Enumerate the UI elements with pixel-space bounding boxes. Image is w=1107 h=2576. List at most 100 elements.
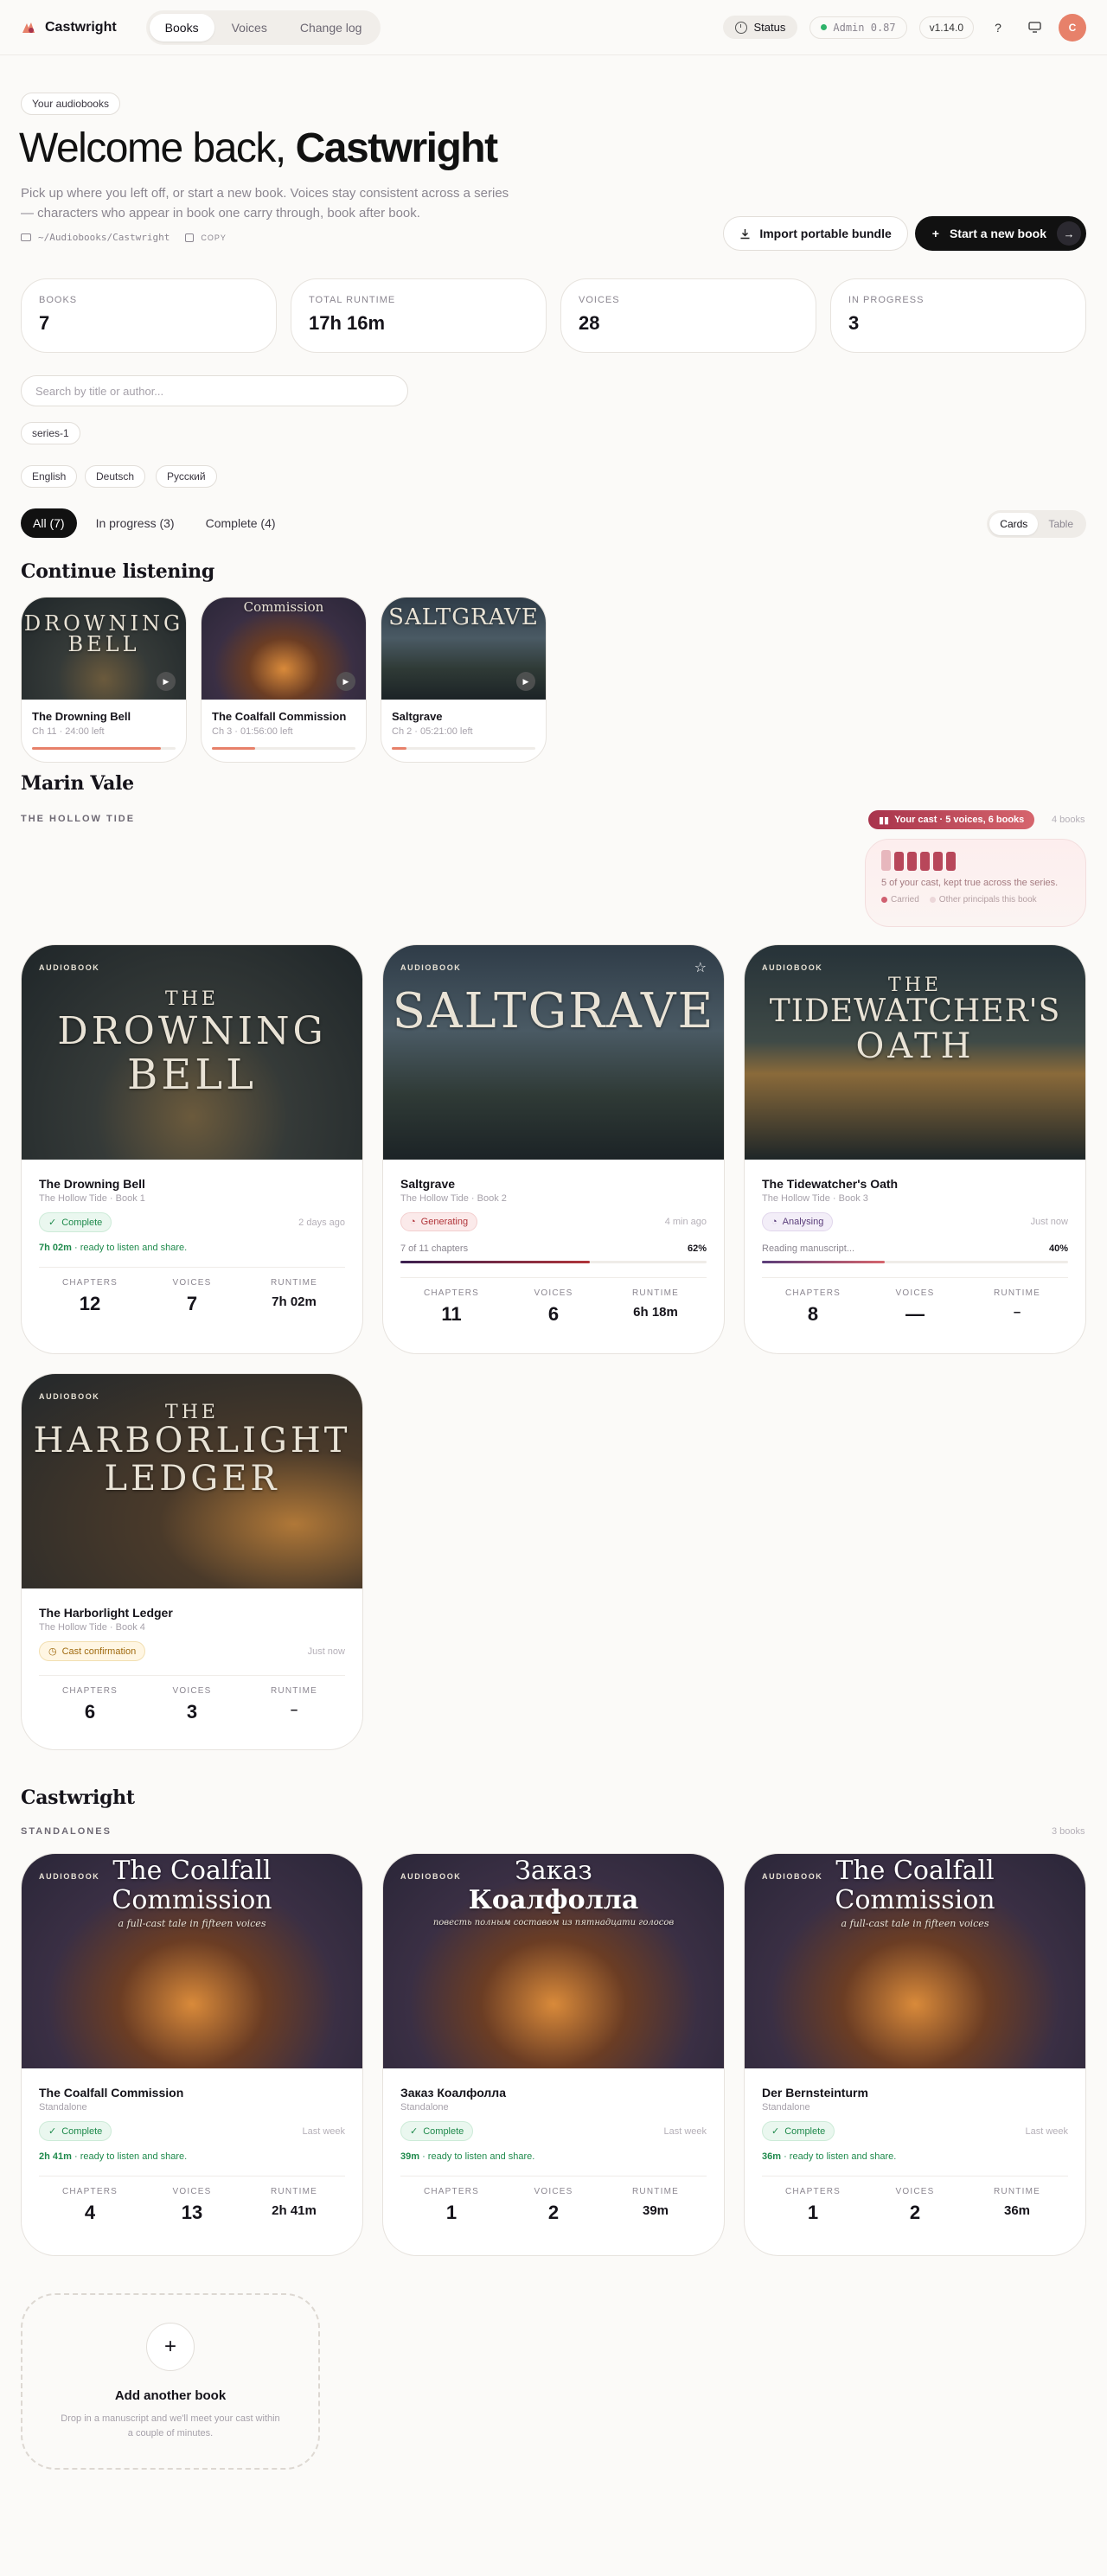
book-stats: CHAPTERS 6 VOICES 3 RUNTIME – — [39, 1675, 345, 1723]
cover-image: AUDIOBOOK THE DROWNING BELL — [22, 945, 362, 1160]
search-input[interactable]: Search by title or author... — [21, 375, 408, 406]
nav-books[interactable]: Books — [149, 13, 214, 42]
monitor-icon[interactable] — [1022, 16, 1046, 40]
standalone-eyebrow: STANDALONES — [21, 1826, 112, 1837]
view-toggle: Cards Table — [987, 510, 1086, 538]
version-badge[interactable]: v1.14.0 — [918, 16, 974, 39]
book-subtitle: Standalone — [400, 2102, 449, 2113]
clock-icon: ◷ — [48, 1646, 57, 1657]
continue-card[interactable]: DROWNING BELL ▶ The Drowning Bell Ch 11 … — [21, 597, 187, 763]
cover-image: AUDIOBOOK Заказ Коалфолла повесть полным… — [383, 1854, 724, 2068]
play-icon[interactable]: ▶ — [516, 672, 535, 691]
top-right-controls: Status Admin 0.87 v1.14.0 ? C — [722, 13, 1086, 42]
status-badge: ◔ Analysing — [762, 1212, 834, 1231]
clock-icon — [734, 21, 747, 34]
book-card[interactable]: AUDIOBOOK The Coalfall Commission a full… — [744, 1853, 1086, 2256]
start-new-book-button[interactable]: + Start a new book → — [914, 216, 1086, 251]
check-icon: ✓ — [410, 2126, 419, 2137]
star-icon[interactable]: ☆ — [694, 959, 707, 976]
tab-in-progress[interactable]: In progress (3) — [84, 508, 187, 538]
updated-time: Last week — [663, 2125, 707, 2137]
language-chip-english[interactable]: English — [21, 465, 78, 488]
status-label: Status — [753, 21, 786, 34]
book-card[interactable]: AUDIOBOOK THE HARBORLIGHT LEDGER The Har… — [21, 1373, 363, 1750]
updated-time: Just now — [307, 1646, 345, 1657]
language-chip-deutsch[interactable]: Deutsch — [85, 465, 146, 488]
book-title: The Tidewatcher's Oath — [762, 1177, 899, 1191]
import-bundle-button[interactable]: Import portable bundle — [723, 216, 908, 251]
play-icon[interactable]: ▶ — [157, 672, 176, 691]
cast-voice-bars — [881, 850, 1070, 871]
book-card[interactable]: AUDIOBOOK THE TIDEWATCHER'S OATH The Tid… — [744, 944, 1086, 1354]
check-icon: ✓ — [48, 1218, 57, 1228]
cover-image: AUDIOBOOK The Coalfall Commission a full… — [22, 1854, 362, 2068]
book-stats: CHAPTERS 4 VOICES 13 RUNTIME 2h 41m — [39, 2176, 345, 2224]
book-subtitle: The Hollow Tide · Book 1 — [39, 1193, 145, 1204]
stat-books: BOOKS 7 — [21, 278, 277, 353]
nav-change-log[interactable]: Change log — [285, 14, 378, 42]
hero-subtitle: Pick up where you left off, or start a n… — [21, 186, 509, 221]
cover-image: AUDIOBOOK ☆ SALTGRAVE — [383, 945, 724, 1160]
continue-card[interactable]: SALTGRAVE ▶ Saltgrave Ch 2 · 05:21:00 le… — [381, 597, 547, 763]
series-count: 4 books — [1052, 815, 1085, 825]
progress-bar — [400, 1261, 707, 1263]
user-avatar[interactable]: C — [1059, 13, 1086, 42]
book-card[interactable]: AUDIOBOOK Заказ Коалфолла повесть полным… — [382, 1853, 725, 2256]
updated-time: Last week — [302, 2125, 345, 2137]
add-book-card[interactable]: + Add another book Drop in a manuscript … — [21, 2293, 320, 2470]
view-table[interactable]: Table — [1038, 513, 1084, 535]
cast-bar — [920, 852, 930, 871]
stat-in-progress: IN PROGRESS 3 — [830, 278, 1086, 353]
cover-image: SALTGRAVE ▶ — [381, 598, 546, 700]
standalone-author-title: Castwright — [21, 1787, 135, 1809]
cast-caption: 5 of your cast, kept true across the ser… — [881, 878, 1059, 888]
status-filter-tabs: All (7) In progress (3) Complete (4) — [21, 508, 288, 538]
cast-legend: Carried Other principals this book — [881, 895, 1070, 904]
status-badge: ✓ Complete — [39, 2121, 112, 2141]
tab-all[interactable]: All (7) — [21, 508, 77, 538]
book-title: The Coalfall Commission — [39, 2086, 184, 2100]
continue-card[interactable]: Commission ▶ The Coalfall Commission Ch … — [201, 597, 367, 763]
cast-consistency-card: 5 of your cast, kept true across the ser… — [865, 839, 1086, 927]
plus-icon: + — [931, 227, 939, 240]
book-card[interactable]: AUDIOBOOK THE DROWNING BELL The Drowning… — [21, 944, 363, 1354]
brand[interactable]: Castwright — [21, 20, 117, 35]
cast-bar — [946, 852, 956, 871]
cast-summary-pill[interactable]: ▮▮ Your cast · 5 voices, 6 books — [868, 810, 1035, 829]
cover-image: AUDIOBOOK THE TIDEWATCHER'S OATH — [745, 945, 1085, 1160]
listen-progress — [392, 747, 535, 750]
book-stats: CHAPTERS 12 VOICES 7 RUNTIME 7h 02m — [39, 1267, 345, 1315]
stat-total-runtime: TOTAL RUNTIME 17h 16m — [291, 278, 547, 353]
tab-complete[interactable]: Complete (4) — [194, 508, 288, 538]
book-card[interactable]: AUDIOBOOK ☆ SALTGRAVE Saltgrave The Holl… — [382, 944, 725, 1354]
copy-icon[interactable] — [185, 233, 195, 242]
status-button[interactable]: Status — [722, 16, 798, 39]
language-chip-russian[interactable]: Русский — [156, 465, 217, 488]
view-cards[interactable]: Cards — [989, 513, 1039, 535]
book-subtitle: The Hollow Tide · Book 2 — [400, 1193, 507, 1204]
book-title: The Harborlight Ledger — [39, 1606, 173, 1620]
cast-bar — [933, 852, 943, 871]
arrow-right-icon: → — [1057, 221, 1081, 246]
nav-voices[interactable]: Voices — [216, 14, 283, 42]
listen-progress — [32, 747, 176, 750]
plus-icon[interactable]: + — [146, 2323, 195, 2371]
admin-label: Admin 0.87 — [833, 21, 896, 34]
status-badge: ✓ Complete — [400, 2121, 474, 2141]
cover-image: AUDIOBOOK THE HARBORLIGHT LEDGER — [22, 1374, 362, 1588]
stats-row: BOOKS 7 TOTAL RUNTIME 17h 16m VOICES 28 … — [21, 278, 1086, 353]
help-icon[interactable]: ? — [986, 16, 1010, 40]
book-card[interactable]: AUDIOBOOK The Coalfall Commission a full… — [21, 1853, 363, 2256]
copy-path-button[interactable]: COPY — [201, 233, 227, 242]
admin-indicator[interactable]: Admin 0.87 — [809, 16, 907, 39]
spinner-icon: ◔ — [410, 1217, 416, 1227]
cover-image: Commission ▶ — [202, 598, 366, 700]
ready-line: 2h 41m · ready to listen and share. — [39, 2151, 188, 2162]
status-badge: ✓ Complete — [39, 1212, 112, 1232]
status-badge: ◔ Generating — [400, 1212, 478, 1231]
series-author-title: Marin Vale — [21, 772, 134, 795]
check-icon: ✓ — [48, 2126, 57, 2137]
updated-time: 2 days ago — [298, 1217, 345, 1228]
series-filter-chip[interactable]: series-1 — [21, 422, 80, 444]
play-icon[interactable]: ▶ — [336, 672, 355, 691]
